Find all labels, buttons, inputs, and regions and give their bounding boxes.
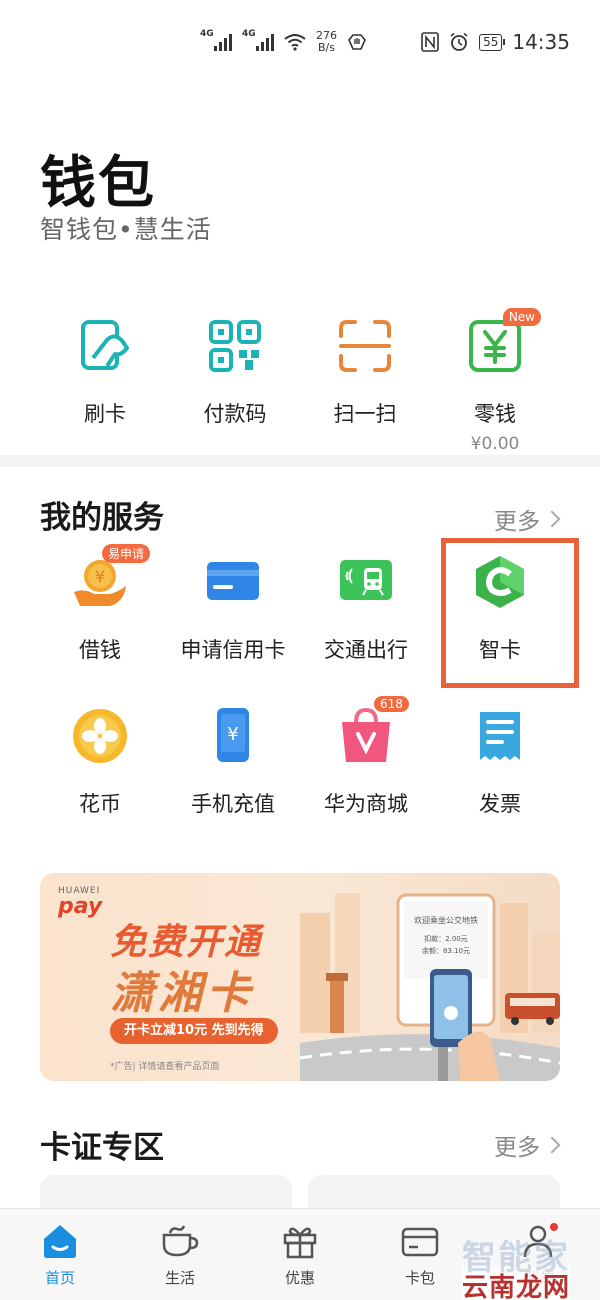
- promo-618-badge: 618: [374, 696, 409, 712]
- banner-brand-pay: pay: [58, 894, 103, 919]
- hand-icon: [348, 34, 366, 50]
- chevron-right-icon: [543, 1136, 561, 1154]
- quick-action-label: 付款码: [203, 402, 267, 426]
- alarm-icon: [450, 32, 468, 51]
- network-type-1: 4G: [200, 29, 214, 39]
- svg-text:¥: ¥: [227, 724, 238, 745]
- service-phone-topup[interactable]: ¥ 手机充值: [163, 706, 303, 818]
- banner-sign-title: 欢迎乘坐公交地铁: [414, 915, 478, 925]
- nav-label: 首页: [44, 1269, 75, 1287]
- service-huabi[interactable]: 花币: [30, 706, 170, 818]
- invoice-icon: [470, 706, 530, 766]
- page-title: 钱包: [40, 151, 156, 216]
- service-label: 手机充值: [191, 792, 275, 816]
- banner-sign-line2: 余额：83.10元: [422, 946, 470, 955]
- service-huawei-store[interactable]: 618 华为商城: [296, 696, 436, 818]
- nav-life[interactable]: 生活: [120, 1221, 240, 1288]
- quick-action-change[interactable]: New 零钱 ¥0.00: [430, 308, 560, 454]
- quick-actions: 刷卡 付款码 扫一扫 New 零钱 ¥0.00: [0, 308, 600, 458]
- cup-icon: [160, 1221, 200, 1261]
- service-borrow[interactable]: ¥ 易申请 借钱: [30, 544, 170, 664]
- service-label: 发票: [479, 792, 521, 816]
- services-title: 我的服务: [40, 500, 164, 536]
- nfc-icon: [421, 32, 439, 52]
- service-invoice[interactable]: 发票: [430, 706, 570, 818]
- more-label: 更多: [494, 1135, 540, 1161]
- card-tap-icon: [77, 318, 133, 374]
- status-right: 55 14:35: [421, 30, 570, 54]
- cards-zone-title: 卡证专区: [40, 1130, 164, 1166]
- watermark: 智能家 云南龙网: [461, 1230, 570, 1300]
- svg-text:¥: ¥: [95, 567, 105, 586]
- transit-card-icon: [336, 552, 396, 612]
- quick-action-pay-code[interactable]: 付款码: [170, 318, 300, 428]
- new-badge: New: [502, 308, 541, 326]
- service-label: 花币: [79, 792, 121, 816]
- signal-icon: 4G: [200, 29, 232, 51]
- quick-action-swipe-card[interactable]: 刷卡: [40, 318, 170, 428]
- service-label: 华为商城: [324, 792, 408, 816]
- clock: 14:35: [512, 30, 570, 54]
- transit-scene-illustration: 欢迎乘坐公交地铁 扣款：2.00元 余额：83.10元: [300, 893, 560, 1081]
- service-transit[interactable]: 交通出行: [296, 552, 436, 664]
- quick-action-label: 零钱: [474, 402, 516, 426]
- shopping-bag-icon: 618: [336, 696, 409, 766]
- wifi-icon: [284, 34, 306, 51]
- highlight-box: [441, 538, 579, 688]
- quick-action-label: 刷卡: [84, 402, 126, 426]
- credit-card-icon: [203, 552, 263, 612]
- easy-apply-badge: 易申请: [102, 544, 151, 563]
- qr-code-icon: [207, 318, 263, 374]
- service-label: 申请信用卡: [180, 638, 286, 662]
- banner-sign-line1: 扣款：2.00元: [424, 934, 468, 943]
- nav-offers[interactable]: 优惠: [240, 1221, 360, 1288]
- cards-more-link[interactable]: 更多: [494, 1128, 561, 1162]
- card-wallet-icon: [400, 1221, 440, 1261]
- more-label: 更多: [494, 509, 540, 535]
- service-label: 借钱: [79, 638, 121, 662]
- nav-label: 生活: [164, 1269, 195, 1287]
- home-icon: [40, 1221, 80, 1261]
- service-label: 交通出行: [324, 638, 408, 662]
- gift-icon: [280, 1221, 320, 1261]
- quick-action-scan[interactable]: 扫一扫: [300, 318, 430, 428]
- coin-hand-icon: ¥ 易申请: [70, 544, 151, 612]
- battery-indicator: 55: [479, 33, 506, 51]
- watermark-line-2: 云南龙网: [461, 1267, 570, 1300]
- banner-offer-pill: 开卡立减10元 先到先得: [110, 1018, 278, 1044]
- nav-label: 优惠: [284, 1269, 315, 1287]
- net-speed-unit: B/s: [318, 41, 335, 54]
- service-credit-card[interactable]: 申请信用卡: [163, 552, 303, 664]
- net-speed: 276 B/s: [316, 30, 337, 54]
- yuan-wallet-icon: New: [467, 308, 541, 374]
- banner-footnote: *广告| 详情请查看产品页面: [110, 1062, 220, 1072]
- page-subtitle: 智钱包•慧生活: [40, 215, 212, 244]
- flower-coin-icon: [70, 706, 130, 766]
- network-type-2: 4G: [242, 29, 256, 39]
- signal-icon: 4G: [242, 29, 274, 51]
- status-bar: 4G 4G 276 B/s 55 14:35: [0, 0, 600, 90]
- phone-topup-icon: ¥: [203, 706, 263, 766]
- promo-banner[interactable]: HUAWEI pay 免费开通 潇湘卡 开卡立减10元 先到先得 *广告| 详情…: [40, 873, 560, 1081]
- huawei-pay-logo: HUAWEI pay: [58, 887, 102, 918]
- services-more-link[interactable]: 更多: [494, 502, 561, 536]
- banner-headline-2: 潇湘卡: [110, 968, 254, 1019]
- change-balance: ¥0.00: [470, 434, 520, 454]
- section-divider: [0, 455, 600, 467]
- quick-action-label: 扫一扫: [333, 402, 397, 426]
- scan-icon: [337, 318, 393, 374]
- nav-home[interactable]: 首页: [0, 1221, 120, 1288]
- status-left: 4G 4G 276 B/s: [200, 29, 367, 54]
- chevron-right-icon: [543, 510, 561, 528]
